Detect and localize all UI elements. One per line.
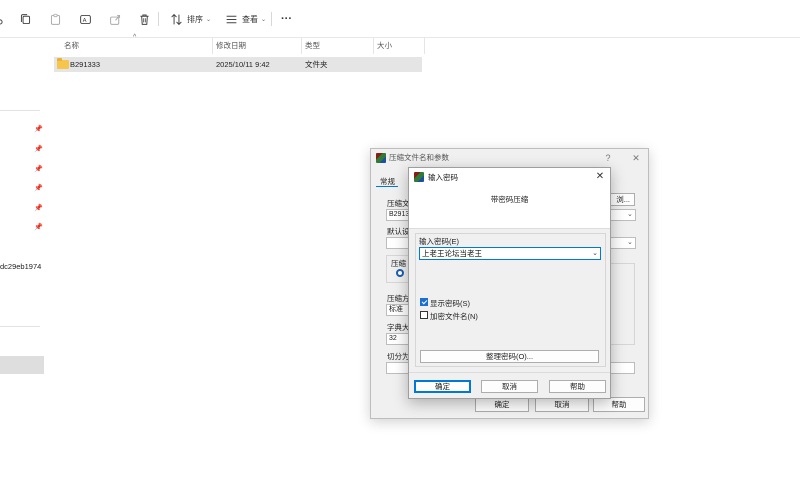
sort-button[interactable]: 排序 ⌄ — [168, 10, 211, 28]
ok-button[interactable]: 确定 — [414, 380, 471, 393]
cancel-button[interactable]: 取消 — [481, 380, 538, 393]
pin-icon: 📌 — [34, 224, 43, 231]
svg-text:A: A — [82, 17, 86, 23]
dialog-titlebar: 压缩文件名和参数 ? ✕ — [371, 149, 648, 167]
nav-item-selected[interactable] — [0, 356, 44, 374]
tab-underline — [376, 186, 398, 187]
view-button[interactable]: 查看 ⌄ — [223, 10, 266, 28]
password-input[interactable]: 上老王论坛当老王 ⌄ — [419, 247, 601, 260]
column-header-type[interactable]: 类型 — [305, 38, 320, 54]
close-title-button[interactable]: ✕ — [592, 169, 608, 185]
archive-name-label: 压缩文 — [387, 199, 410, 208]
chevron-down-icon: ⌄ — [261, 16, 267, 23]
chevron-down-icon: ⌄ — [206, 16, 212, 23]
explorer-toolbar: A 排序 ⌄ 查看 ⌄ ··· — [0, 0, 800, 38]
paste-button[interactable] — [47, 10, 63, 28]
column-separator[interactable] — [212, 38, 213, 54]
column-header-name[interactable]: 名称 — [64, 38, 79, 54]
method-label: 压缩方 — [387, 294, 410, 303]
show-password-checkbox[interactable] — [420, 298, 428, 306]
nav-divider — [0, 110, 40, 111]
file-modified: 2025/10/11 9:42 — [216, 60, 270, 69]
column-separator[interactable] — [301, 38, 302, 54]
organize-passwords-button[interactable]: 整理密码(O)... — [420, 350, 599, 363]
default-profile-label: 默认设 — [387, 227, 410, 236]
toolbar-separator — [158, 12, 159, 26]
dialog-title: 压缩文件名和参数 — [389, 153, 449, 162]
chevron-down-icon: ⌄ — [627, 211, 633, 218]
encrypt-filenames-checkbox[interactable] — [420, 311, 428, 319]
help-title-button[interactable]: ? — [599, 149, 617, 167]
share-icon — [107, 11, 123, 27]
sort-arrows-icon — [168, 11, 184, 27]
dictionary-value: 32 — [389, 335, 397, 342]
file-row[interactable]: B291333 2025/10/11 9:42 文件夹 — [54, 57, 422, 72]
cut-icon — [0, 11, 10, 27]
dialog-title: 输入密码 — [428, 173, 458, 182]
copy-icon — [17, 11, 33, 27]
help-button[interactable]: 帮助 — [549, 380, 606, 393]
help-button[interactable]: 帮助 — [593, 397, 645, 412]
chevron-down-icon: ⌄ — [627, 239, 633, 246]
copy-button[interactable] — [17, 10, 33, 28]
rename-button[interactable]: A — [77, 10, 93, 28]
column-separator[interactable] — [373, 38, 374, 54]
footer-separator — [409, 372, 610, 373]
password-value: 上老王论坛当老王 — [422, 249, 482, 258]
password-dialog: 输入密码 ✕ 带密码压缩 输入密码(E) 上老王论坛当老王 ⌄ 显示密码(S) … — [408, 167, 611, 399]
dialog-titlebar: 输入密码 ✕ — [409, 168, 610, 187]
view-lines-icon — [223, 11, 239, 27]
winrar-icon — [414, 172, 424, 182]
nav-item-truncated[interactable]: dc29eb1974 — [0, 262, 41, 271]
delete-button[interactable] — [136, 10, 152, 28]
nav-divider — [0, 326, 40, 327]
show-password-label[interactable]: 显示密码(S) — [430, 298, 470, 309]
share-button[interactable] — [107, 10, 123, 28]
pin-icon: 📌 — [34, 166, 43, 173]
close-title-button[interactable]: ✕ — [627, 149, 645, 167]
cancel-button[interactable]: 取消 — [535, 397, 589, 412]
chevron-down-icon[interactable]: ⌄ — [592, 248, 598, 259]
view-label: 查看 — [242, 14, 258, 24]
column-header-size[interactable]: 大小 — [377, 38, 392, 54]
winrar-icon — [376, 153, 386, 163]
paste-icon — [47, 11, 63, 27]
column-separator[interactable] — [424, 38, 425, 54]
method-value: 标准 — [389, 306, 403, 313]
sort-label: 排序 — [187, 14, 203, 24]
rename-icon: A — [77, 11, 93, 27]
split-label: 切分为 — [387, 352, 410, 361]
format-label: 压缩 — [391, 259, 406, 268]
dictionary-label: 字典大 — [387, 323, 410, 332]
radio-selected[interactable] — [396, 269, 404, 277]
pin-icon: 📌 — [34, 126, 43, 133]
ok-button[interactable]: 确定 — [475, 397, 529, 412]
pin-icon: 📌 — [34, 205, 43, 212]
navigation-pane: 📌 📌 📌 📌 📌 📌 dc29eb1974 — [0, 38, 44, 484]
trash-icon — [136, 11, 152, 27]
sort-ascending-icon: ^ — [133, 34, 137, 41]
toolbar-separator — [271, 12, 272, 26]
folder-icon — [57, 58, 69, 69]
pin-icon: 📌 — [34, 146, 43, 153]
cut-button[interactable] — [0, 10, 10, 28]
password-label: 输入密码(E) — [419, 237, 459, 246]
pin-icon: 📌 — [34, 185, 43, 192]
more-options-button[interactable]: ··· — [281, 10, 292, 28]
file-name: B291333 — [70, 60, 101, 69]
file-type: 文件夹 — [305, 60, 328, 69]
dialog-header-text: 带密码压缩 — [490, 195, 529, 204]
encrypt-filenames-label[interactable]: 加密文件名(N) — [430, 311, 478, 322]
column-header-modified[interactable]: 修改日期 — [216, 38, 246, 54]
